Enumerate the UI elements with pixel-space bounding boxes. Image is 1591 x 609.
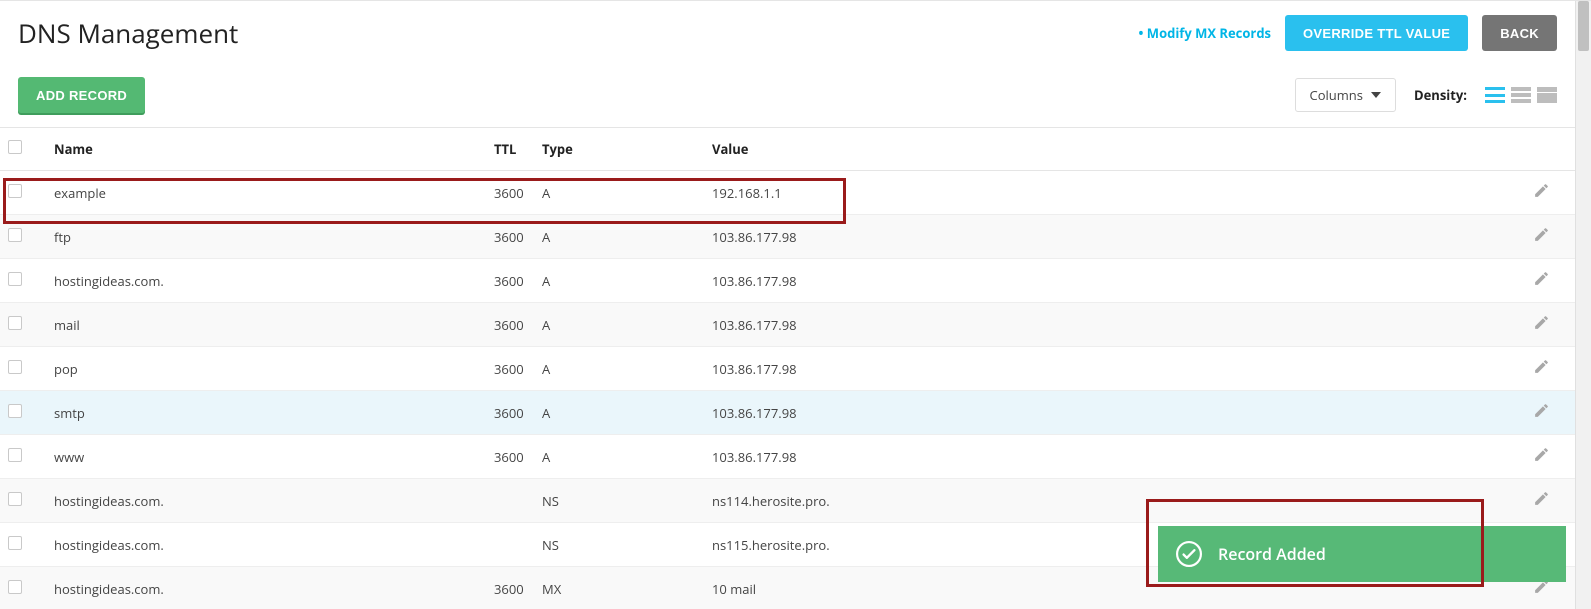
cell-name: hostingideas.com. — [46, 567, 486, 609]
cell-type: A — [534, 215, 704, 259]
cell-name: hostingideas.com. — [46, 523, 486, 567]
cell-name: smtp — [46, 391, 486, 435]
cell-value: 103.86.177.98 — [704, 259, 1525, 303]
cell-name: mail — [46, 303, 486, 347]
cell-ttl: 3600 — [486, 171, 534, 215]
add-record-button[interactable]: ADD RECORD — [18, 77, 145, 113]
page-title: DNS Management — [18, 15, 238, 51]
pencil-icon[interactable] — [1533, 361, 1550, 379]
row-checkbox[interactable] — [8, 492, 22, 506]
col-header-type[interactable]: Type — [534, 128, 704, 171]
pencil-icon[interactable] — [1533, 581, 1550, 599]
row-checkbox[interactable] — [8, 184, 22, 198]
density-large-icon[interactable] — [1537, 87, 1557, 103]
row-checkbox[interactable] — [8, 228, 22, 242]
table-row[interactable]: example3600A192.168.1.1 — [0, 171, 1575, 215]
row-checkbox[interactable] — [8, 316, 22, 330]
table-row[interactable]: mail3600A103.86.177.98 — [0, 303, 1575, 347]
row-checkbox[interactable] — [8, 448, 22, 462]
cell-type: A — [534, 303, 704, 347]
cell-type: MX — [534, 567, 704, 609]
pencil-icon[interactable] — [1533, 449, 1550, 467]
cell-type: A — [534, 259, 704, 303]
row-checkbox[interactable] — [8, 272, 22, 286]
cell-ttl: 3600 — [486, 259, 534, 303]
cell-name: hostingideas.com. — [46, 479, 486, 523]
cell-ttl: 3600 — [486, 391, 534, 435]
toast-text: Record Added — [1218, 543, 1326, 565]
cell-type: A — [534, 435, 704, 479]
table-row[interactable]: smtp3600A103.86.177.98 — [0, 391, 1575, 435]
col-header-value[interactable]: Value — [704, 128, 1525, 171]
table-row[interactable]: hostingideas.com.3600A103.86.177.98 — [0, 259, 1575, 303]
cell-value: 103.86.177.98 — [704, 391, 1525, 435]
pencil-icon[interactable] — [1533, 317, 1550, 335]
cell-value: 103.86.177.98 — [704, 303, 1525, 347]
row-checkbox[interactable] — [8, 404, 22, 418]
cell-ttl: 3600 — [486, 567, 534, 609]
modify-mx-link[interactable]: • Modify MX Records — [1139, 24, 1271, 42]
density-label: Density: — [1414, 86, 1467, 104]
col-header-ttl[interactable]: TTL — [486, 128, 534, 171]
pencil-icon[interactable] — [1533, 229, 1550, 247]
cell-name: ftp — [46, 215, 486, 259]
pencil-icon[interactable] — [1533, 185, 1550, 203]
cell-name: example — [46, 171, 486, 215]
cell-name: hostingideas.com. — [46, 259, 486, 303]
cell-value: ns114.herosite.pro. — [704, 479, 1525, 523]
cell-value: 103.86.177.98 — [704, 215, 1525, 259]
cell-type: A — [534, 391, 704, 435]
vertical-scrollbar[interactable] — [1575, 1, 1591, 609]
columns-label: Columns — [1310, 86, 1363, 104]
cell-type: A — [534, 171, 704, 215]
cell-name: pop — [46, 347, 486, 391]
override-ttl-button[interactable]: OVERRIDE TTL VALUE — [1285, 15, 1468, 51]
toast-record-added: Record Added — [1158, 526, 1566, 582]
row-checkbox[interactable] — [8, 360, 22, 374]
cell-type: NS — [534, 479, 704, 523]
cell-ttl: 3600 — [486, 303, 534, 347]
table-row[interactable]: ftp3600A103.86.177.98 — [0, 215, 1575, 259]
chevron-down-icon — [1371, 92, 1381, 98]
row-checkbox[interactable] — [8, 536, 22, 550]
columns-dropdown[interactable]: Columns — [1295, 78, 1396, 112]
cell-ttl — [486, 479, 534, 523]
row-checkbox[interactable] — [8, 580, 22, 594]
density-compact-icon[interactable] — [1485, 87, 1505, 103]
cell-value: 192.168.1.1 — [704, 171, 1525, 215]
back-button[interactable]: BACK — [1482, 15, 1557, 51]
cell-ttl: 3600 — [486, 347, 534, 391]
pencil-icon[interactable] — [1533, 405, 1550, 423]
table-row[interactable]: pop3600A103.86.177.98 — [0, 347, 1575, 391]
cell-value: 103.86.177.98 — [704, 435, 1525, 479]
cell-ttl: 3600 — [486, 215, 534, 259]
table-row[interactable]: www3600A103.86.177.98 — [0, 435, 1575, 479]
cell-type: NS — [534, 523, 704, 567]
cell-type: A — [534, 347, 704, 391]
cell-value: 103.86.177.98 — [704, 347, 1525, 391]
cell-ttl — [486, 523, 534, 567]
col-header-name[interactable]: Name — [46, 128, 486, 171]
pencil-icon[interactable] — [1533, 273, 1550, 291]
cell-name: www — [46, 435, 486, 479]
pencil-icon[interactable] — [1533, 493, 1550, 511]
select-all-checkbox[interactable] — [8, 140, 22, 154]
table-row[interactable]: hostingideas.com. NSns114.herosite.pro. — [0, 479, 1575, 523]
density-medium-icon[interactable] — [1511, 87, 1531, 103]
check-circle-icon — [1176, 541, 1202, 567]
cell-ttl: 3600 — [486, 435, 534, 479]
